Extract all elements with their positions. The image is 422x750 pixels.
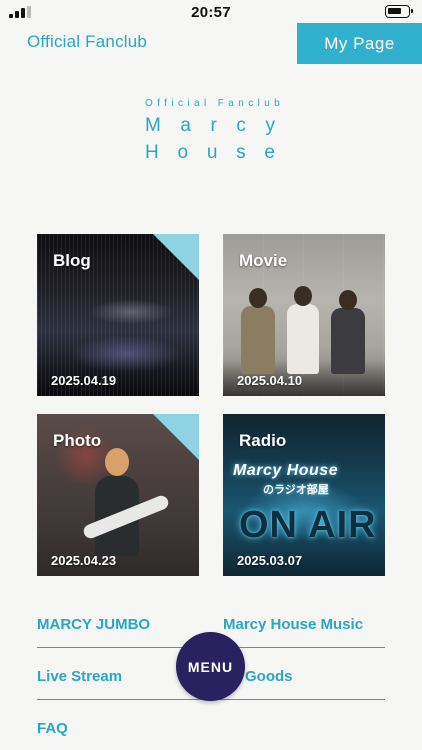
- logo-letter: c: [236, 115, 246, 136]
- marcy-jumbo-link[interactable]: MARCY JUMBO: [37, 616, 150, 633]
- thumbnail-person: [241, 288, 275, 374]
- logo-letter: u: [206, 142, 218, 163]
- thumbnail-guitarist-head: [105, 448, 129, 476]
- radio-thumbnail-subtitle: のラジオ部屋: [263, 484, 329, 496]
- movie-card-date: 2025.04.10: [237, 373, 303, 388]
- logo-letter: e: [264, 142, 275, 163]
- radio-card[interactable]: Marcy House のラジオ部屋 ON AIR Radio 2025.03.…: [223, 414, 385, 576]
- logo-letter: M: [145, 115, 161, 136]
- photo-card-date: 2025.04.23: [51, 553, 117, 568]
- goods-link[interactable]: Goods: [245, 668, 293, 685]
- new-corner-tab: [153, 414, 199, 460]
- radio-thumbnail-title: Marcy House: [233, 462, 339, 479]
- logo-letter: o: [177, 142, 189, 163]
- logo-letter: H: [145, 142, 159, 163]
- link-row: FAQ: [37, 704, 385, 750]
- faq-link[interactable]: FAQ: [37, 720, 68, 737]
- marcy-house-logo[interactable]: Official Fanclub M a r c y H o u s e: [145, 98, 285, 164]
- fanclub-home-link[interactable]: Official Fanclub: [27, 32, 147, 52]
- logo-line-house: H o u s e: [145, 142, 275, 164]
- radio-thumbnail-onair: ON AIR: [239, 504, 377, 546]
- status-time: 20:57: [191, 4, 231, 21]
- radio-card-date: 2025.03.07: [237, 553, 303, 568]
- blog-card-date: 2025.04.19: [51, 373, 117, 388]
- status-bar: 20:57: [0, 0, 422, 24]
- live-stream-link[interactable]: Live Stream: [37, 668, 122, 685]
- new-corner-tab: [153, 234, 199, 280]
- photo-card[interactable]: Photo 2025.04.23: [37, 414, 199, 576]
- logo-letter: r: [210, 115, 217, 136]
- logo-letter: a: [180, 115, 191, 136]
- blog-card-label: Blog: [53, 251, 91, 270]
- thumbnail-person: [331, 290, 365, 374]
- logo-subtitle: Official Fanclub: [145, 98, 285, 109]
- battery-icon: [385, 5, 413, 18]
- logo-letter: y: [265, 115, 275, 136]
- photo-card-label: Photo: [53, 431, 102, 450]
- marcy-house-music-link[interactable]: Marcy House Music: [223, 616, 363, 633]
- logo-line-marcy: M a r c y: [145, 115, 275, 137]
- thumbnail-person: [287, 286, 319, 374]
- radio-card-label: Radio: [239, 431, 287, 450]
- movie-card-label: Movie: [239, 251, 288, 270]
- my-page-button[interactable]: My Page: [297, 23, 422, 64]
- menu-button[interactable]: MENU: [176, 632, 245, 701]
- logo-letter: s: [236, 142, 246, 163]
- movie-card[interactable]: Movie 2025.04.10: [223, 234, 385, 396]
- blog-card[interactable]: Blog 2025.04.19: [37, 234, 199, 396]
